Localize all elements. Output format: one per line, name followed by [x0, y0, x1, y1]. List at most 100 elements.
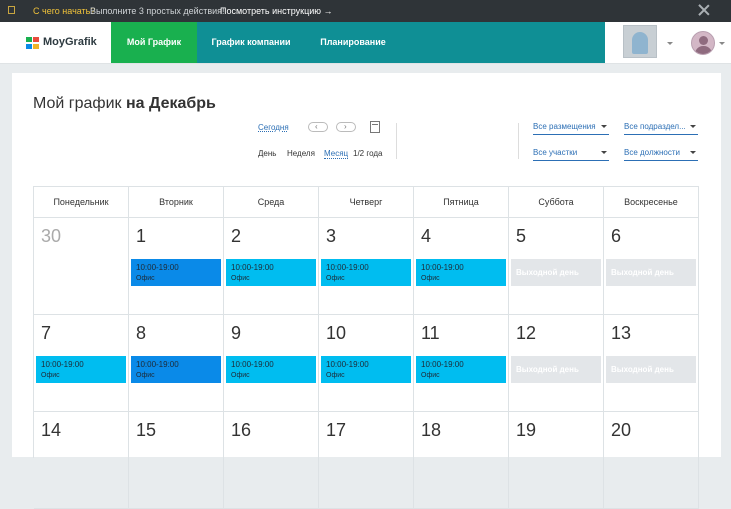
calendar-day-cell[interactable]: 30: [34, 218, 129, 315]
app-logo[interactable]: MoyGrafik: [26, 35, 98, 51]
view-instructions-link[interactable]: Посмотреть инструкцию →: [220, 6, 333, 16]
user-menu-chevron-down-icon[interactable]: [719, 42, 725, 45]
shift-block[interactable]: 10:00-19:00 Офис: [131, 356, 221, 383]
shift-time: 10:00-19:00: [41, 360, 84, 369]
positions-filter[interactable]: Все должности: [624, 148, 698, 161]
shift-place: Офис: [136, 275, 155, 282]
day-number: 1: [136, 226, 147, 246]
shift-time: 10:00-19:00: [326, 263, 369, 272]
shift-block[interactable]: 10:00-19:00 Офис: [226, 356, 316, 383]
day-number: 15: [136, 420, 157, 440]
close-icon[interactable]: [697, 3, 711, 17]
calendar-day-cell[interactable]: 9 10:00-19:00 Офис: [224, 315, 319, 412]
prev-month-button[interactable]: ‹: [308, 122, 328, 132]
day-number: 13: [611, 323, 632, 343]
getting-started-link[interactable]: С чего начать?: [33, 6, 95, 16]
day-number: 30: [41, 226, 62, 246]
calendar-day-cell[interactable]: 8 10:00-19:00 Офис: [129, 315, 224, 412]
shift-block[interactable]: 10:00-19:00 Офис: [131, 259, 221, 286]
day-off-label: Выходной день: [516, 268, 579, 277]
shift-block[interactable]: 10:00-19:00 Офис: [36, 356, 126, 383]
shift-place: Офис: [231, 372, 250, 379]
calendar-day-cell[interactable]: 2 10:00-19:00 Офис: [224, 218, 319, 315]
day-number: 20: [611, 420, 632, 440]
logo-mark-icon: [26, 37, 39, 49]
day-off-block[interactable]: Выходной день: [511, 259, 601, 286]
view-week[interactable]: Неделя: [287, 149, 315, 158]
calendar-icon[interactable]: [370, 121, 380, 133]
tab-planning[interactable]: Планирование: [311, 22, 395, 63]
tab-company-schedule[interactable]: График компании: [203, 22, 299, 63]
day-number: 5: [516, 226, 527, 246]
shift-block[interactable]: 10:00-19:00 Офис: [226, 259, 316, 286]
chevron-right-icon: ›: [344, 122, 347, 131]
calendar-day-cell[interactable]: 10 10:00-19:00 Офис: [319, 315, 414, 412]
weekday-header: Вторник: [129, 187, 224, 218]
departments-filter[interactable]: Все подраздел...: [624, 122, 698, 135]
day-off-block[interactable]: Выходной день: [606, 259, 696, 286]
view-half-year[interactable]: 1/2 года: [353, 149, 382, 158]
schedule-card: Мой график на Декабрь Сегодня ‹ › День Н…: [12, 73, 721, 509]
calendar-day-cell[interactable]: 12 Выходной день: [509, 315, 604, 412]
user-avatar[interactable]: [691, 31, 715, 55]
calendar-day-cell[interactable]: 6 Выходной день: [604, 218, 699, 315]
chevron-down-icon: [601, 151, 607, 154]
shift-place: Офис: [136, 372, 155, 379]
weekday-header: Воскресенье: [604, 187, 699, 218]
day-number: 4: [421, 226, 432, 246]
divider: [518, 123, 519, 159]
shift-time: 10:00-19:00: [136, 360, 179, 369]
weekday-header: Суббота: [509, 187, 604, 218]
day-number: 9: [231, 323, 242, 343]
day-number: 12: [516, 323, 537, 343]
day-off-block[interactable]: Выходной день: [606, 356, 696, 383]
day-number: 14: [41, 420, 62, 440]
shift-block[interactable]: 10:00-19:00 Офис: [321, 259, 411, 286]
weekday-header: Среда: [224, 187, 319, 218]
shift-place: Офис: [41, 372, 60, 379]
shift-time: 10:00-19:00: [231, 360, 274, 369]
day-number: 19: [516, 420, 537, 440]
calendar-day-cell[interactable]: 20: [604, 412, 699, 509]
calendar-day-cell[interactable]: 7 10:00-19:00 Офис: [34, 315, 129, 412]
calendar-day-cell[interactable]: 4 10:00-19:00 Офис: [414, 218, 509, 315]
day-off-block[interactable]: Выходной день: [511, 356, 601, 383]
view-day[interactable]: День: [258, 149, 276, 158]
calendar-day-cell[interactable]: 17: [319, 412, 414, 509]
main-navbar: MoyGrafik Мой График График компании Пла…: [0, 22, 731, 64]
shift-time: 10:00-19:00: [231, 263, 274, 272]
shift-place: Офис: [231, 275, 250, 282]
day-number: 10: [326, 323, 347, 343]
calendar-day-cell[interactable]: 16: [224, 412, 319, 509]
shift-block[interactable]: 10:00-19:00 Офис: [416, 259, 506, 286]
calendar-day-cell[interactable]: 5 Выходной день: [509, 218, 604, 315]
shift-block[interactable]: 10:00-19:00 Офис: [416, 356, 506, 383]
calendar-day-cell[interactable]: 15: [129, 412, 224, 509]
shift-block[interactable]: 10:00-19:00 Офис: [321, 356, 411, 383]
chevron-down-icon: [690, 151, 696, 154]
view-month[interactable]: Месяц: [324, 149, 349, 159]
next-month-button[interactable]: ›: [336, 122, 356, 132]
company-menu-chevron-down-icon[interactable]: [667, 42, 673, 45]
tab-my-schedule[interactable]: Мой График: [111, 22, 197, 63]
calendar-day-cell[interactable]: 11 10:00-19:00 Офис: [414, 315, 509, 412]
shift-time: 10:00-19:00: [421, 360, 464, 369]
placements-filter[interactable]: Все размещения: [533, 122, 609, 135]
weekday-header: Четверг: [319, 187, 414, 218]
chevron-left-icon: ‹: [315, 122, 318, 131]
onboarding-text: Выполните 3 простых действия!: [90, 6, 225, 16]
calendar-day-cell[interactable]: 18: [414, 412, 509, 509]
day-number: 11: [421, 323, 440, 343]
weekday-header: Понедельник: [34, 187, 129, 218]
day-off-label: Выходной день: [611, 268, 674, 277]
calendar-day-cell[interactable]: 3 10:00-19:00 Офис: [319, 218, 414, 315]
calendar-day-cell[interactable]: 1 10:00-19:00 Офис: [129, 218, 224, 315]
calendar-day-cell[interactable]: 13 Выходной день: [604, 315, 699, 412]
calendar-day-cell[interactable]: 14: [34, 412, 129, 509]
company-logo[interactable]: [623, 25, 657, 58]
day-number: 6: [611, 226, 622, 246]
participants-filter[interactable]: Все участки: [533, 148, 609, 161]
today-link[interactable]: Сегодня: [258, 123, 289, 132]
checklist-icon: [8, 6, 15, 14]
calendar-day-cell[interactable]: 19: [509, 412, 604, 509]
